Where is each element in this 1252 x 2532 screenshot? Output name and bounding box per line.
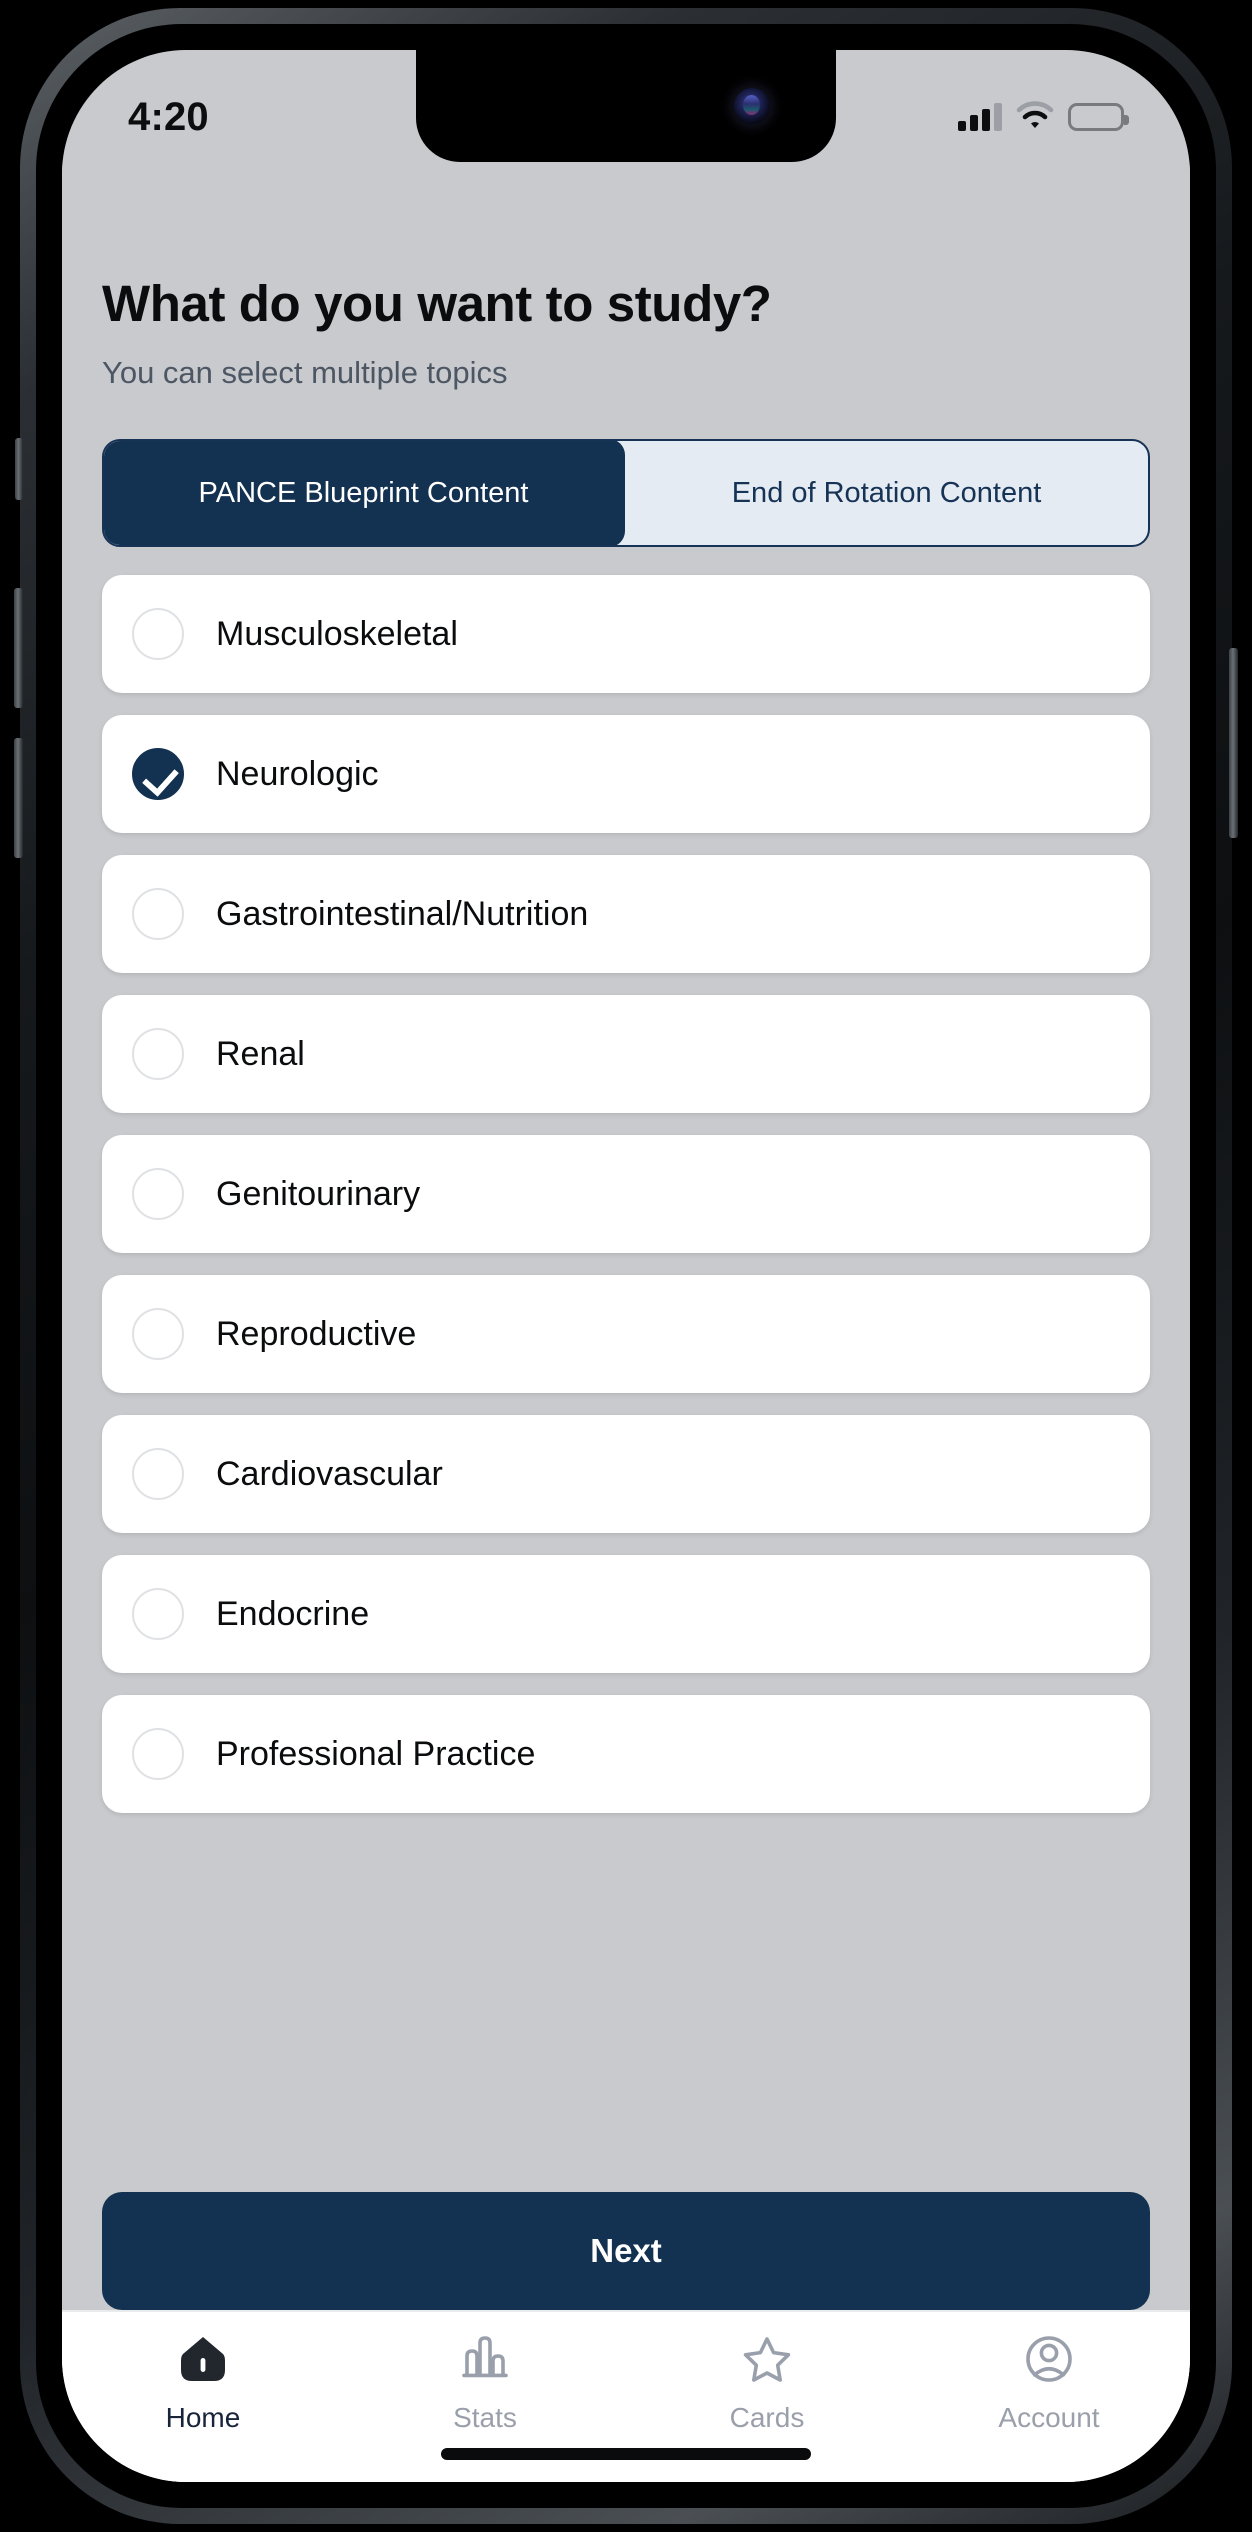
front-camera-icon xyxy=(734,88,770,124)
status-bar-clock: 4:20 xyxy=(128,94,209,139)
status-bar-icons xyxy=(958,100,1129,134)
topic-checkbox[interactable] xyxy=(132,1028,184,1080)
phone-screen: 4:20 What do you want to study? You can … xyxy=(62,50,1190,2482)
topic-label: Reproductive xyxy=(216,1314,417,1353)
topic-row-reproductive[interactable]: Reproductive xyxy=(102,1275,1150,1393)
topic-row-genitourinary[interactable]: Genitourinary xyxy=(102,1135,1150,1253)
topic-row-renal[interactable]: Renal xyxy=(102,995,1150,1113)
tab-bar-label: Stats xyxy=(453,2402,517,2433)
topic-list: Musculoskeletal Neurologic Gastrointesti… xyxy=(102,575,1150,1953)
topic-checkbox[interactable] xyxy=(132,608,184,660)
phone-device-frame: 4:20 What do you want to study? You can … xyxy=(14,8,1238,2524)
tab-bar-label: Account xyxy=(998,2402,1100,2433)
topic-selection-scroll-area[interactable]: What do you want to study? You can selec… xyxy=(62,162,1190,2482)
display-notch xyxy=(416,50,836,162)
tab-bar-item-home[interactable]: Home xyxy=(62,2330,344,2434)
volume-down-button[interactable] xyxy=(14,738,23,858)
content-type-segmented-control[interactable]: PANCE Blueprint Content End of Rotation … xyxy=(102,439,1150,547)
tab-pance-blueprint-content[interactable]: PANCE Blueprint Content xyxy=(104,441,625,545)
topic-label: Musculoskeletal xyxy=(216,614,458,653)
topic-row-musculoskeletal[interactable]: Musculoskeletal xyxy=(102,575,1150,693)
tab-bar-item-account[interactable]: Account xyxy=(908,2330,1190,2434)
topic-checkbox[interactable] xyxy=(132,1168,184,1220)
next-button[interactable]: Next xyxy=(102,2192,1150,2310)
volume-up-button[interactable] xyxy=(14,588,23,708)
topic-checkbox[interactable] xyxy=(132,888,184,940)
page-title: What do you want to study? xyxy=(102,275,772,332)
topic-checkbox-checked[interactable] xyxy=(132,748,184,800)
page-subtitle: You can select multiple topics xyxy=(102,355,508,390)
battery-icon xyxy=(1068,103,1129,131)
tab-bar-item-stats[interactable]: Stats xyxy=(344,2330,626,2434)
cellular-signal-icon xyxy=(958,103,1002,131)
star-icon xyxy=(738,2330,796,2388)
topic-row-gastrointestinal-nutrition[interactable]: Gastrointestinal/Nutrition xyxy=(102,855,1150,973)
tab-bar-label: Home xyxy=(165,2402,241,2433)
topic-label: Cardiovascular xyxy=(216,1454,443,1493)
topic-checkbox[interactable] xyxy=(132,1308,184,1360)
topic-row-professional-practice[interactable]: Professional Practice xyxy=(102,1695,1150,1813)
topic-row-neurologic[interactable]: Neurologic xyxy=(102,715,1150,833)
topic-checkbox[interactable] xyxy=(132,1448,184,1500)
silent-switch[interactable] xyxy=(15,438,23,500)
topic-checkbox[interactable] xyxy=(132,1728,184,1780)
tab-bar-item-cards[interactable]: Cards xyxy=(626,2330,908,2434)
topic-label: Gastrointestinal/Nutrition xyxy=(216,894,589,933)
topic-label: Renal xyxy=(216,1034,305,1073)
topic-checkbox[interactable] xyxy=(132,1588,184,1640)
topic-label: Genitourinary xyxy=(216,1174,421,1213)
power-button[interactable] xyxy=(1229,648,1238,838)
topic-label: Professional Practice xyxy=(216,1734,536,1773)
topic-row-endocrine[interactable]: Endocrine xyxy=(102,1555,1150,1673)
topic-label: Endocrine xyxy=(216,1594,370,1633)
tab-bar-label: Cards xyxy=(729,2402,805,2433)
tab-end-of-rotation-content[interactable]: End of Rotation Content xyxy=(625,441,1148,545)
home-icon xyxy=(174,2330,232,2388)
topic-label: Neurologic xyxy=(216,754,379,793)
topic-row-cardiovascular[interactable]: Cardiovascular xyxy=(102,1415,1150,1533)
bar-chart-icon xyxy=(456,2330,514,2388)
user-circle-icon xyxy=(1020,2330,1078,2388)
home-indicator[interactable] xyxy=(441,2448,811,2460)
app-screen-content: What do you want to study? You can selec… xyxy=(62,162,1190,2482)
wifi-icon xyxy=(1016,100,1054,134)
